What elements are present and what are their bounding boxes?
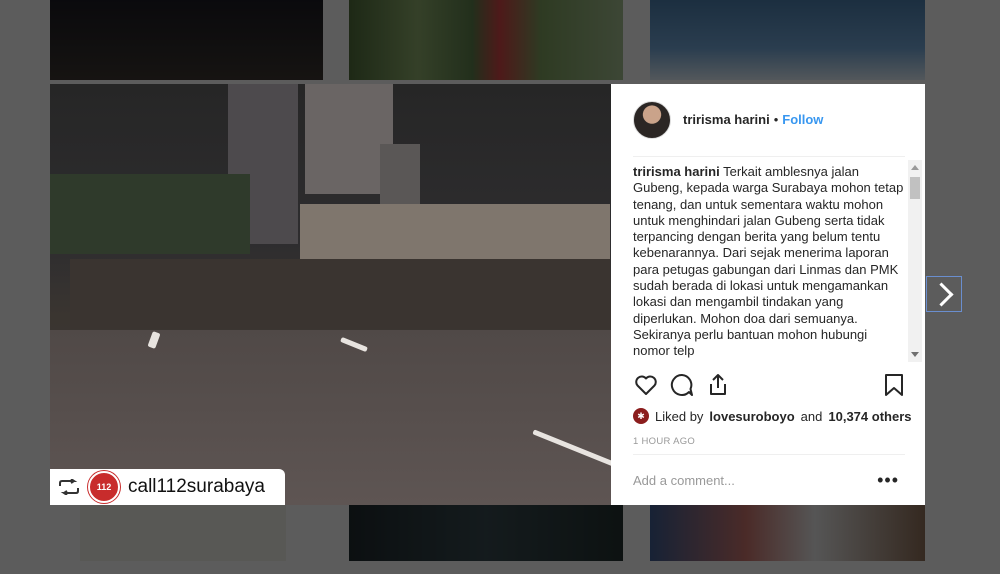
comment-divider: [633, 454, 905, 455]
repost-account-avatar: 112: [88, 471, 120, 503]
chevron-right-icon: [928, 281, 954, 307]
follow-button[interactable]: Follow: [782, 112, 823, 127]
caption-username[interactable]: tririsma harini: [633, 164, 720, 179]
post-photo[interactable]: 112 call112surabaya: [50, 84, 611, 505]
repost-attribution[interactable]: 112 call112surabaya: [50, 469, 285, 505]
liker-avatar-icon: ✱: [633, 408, 649, 424]
bookmark-icon[interactable]: [881, 372, 907, 398]
share-icon[interactable]: [705, 372, 731, 398]
username[interactable]: tririsma harini: [683, 112, 770, 127]
separator-dot: •: [773, 112, 779, 127]
scroll-down-arrow-icon[interactable]: [911, 352, 919, 357]
liked-by-user[interactable]: lovesuroboyo: [709, 409, 794, 424]
likes-summary[interactable]: ✱ Liked by lovesuroboyo and 10,374 other…: [633, 408, 911, 424]
more-options-icon[interactable]: •••: [877, 470, 899, 491]
liked-prefix: Liked by: [655, 408, 704, 424]
post-modal: 112 call112surabaya tririsma harini • Foll…: [50, 84, 925, 505]
comment-icon[interactable]: [669, 372, 695, 398]
caption-text: Terkait amblesnya jalan Gubeng, kepada w…: [633, 164, 904, 359]
post-sidebar: tririsma harini • Follow tririsma harini T…: [611, 84, 925, 505]
caption-area[interactable]: tririsma harini Terkait amblesnya jalan …: [633, 164, 905, 362]
post-timestamp[interactable]: 1 HOUR AGO: [633, 436, 695, 447]
user-avatar[interactable]: [633, 101, 671, 139]
next-post-button[interactable]: [926, 276, 962, 312]
comment-input[interactable]: Add a comment...: [633, 473, 735, 488]
repost-account-name[interactable]: call112surabaya: [128, 476, 265, 498]
caption-scrollbar[interactable]: [908, 160, 922, 362]
repost-icon: [59, 479, 79, 495]
header-divider: [633, 156, 905, 157]
scrollbar-thumb[interactable]: [910, 177, 920, 199]
heart-icon[interactable]: [633, 372, 659, 398]
liked-others-count[interactable]: 10,374 others: [828, 409, 911, 424]
post-actions: [633, 372, 905, 400]
post-header: tririsma harini • Follow: [611, 84, 925, 156]
scroll-up-arrow-icon[interactable]: [911, 165, 919, 170]
liked-and: and: [800, 408, 823, 424]
caption: tririsma harini Terkait amblesnya jalan …: [633, 164, 905, 360]
